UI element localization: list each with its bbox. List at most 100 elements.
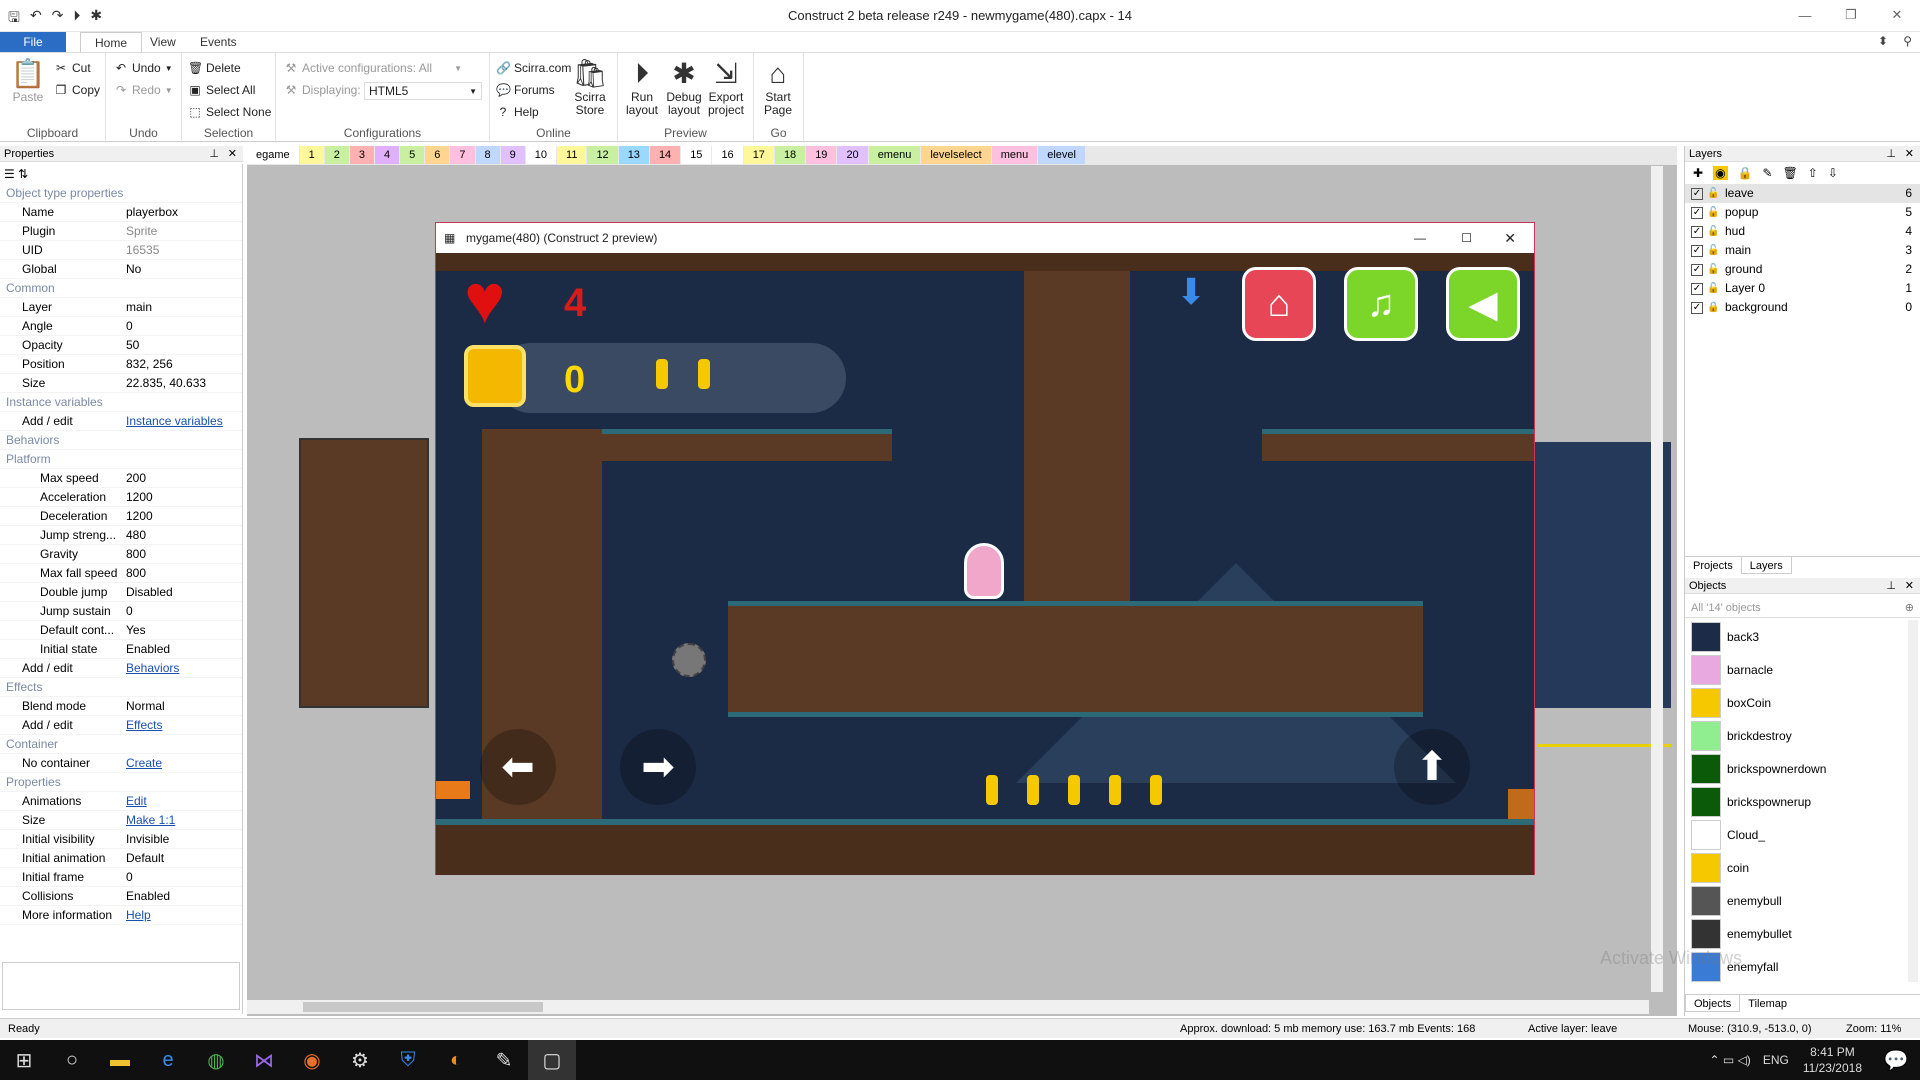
property-section[interactable]: Platform — [0, 450, 242, 469]
music-button[interactable]: ♫ — [1344, 267, 1418, 341]
lock-icon[interactable]: 🔒 — [1738, 166, 1753, 180]
property-value[interactable]: Instance variables — [124, 412, 242, 430]
property-value[interactable]: playerbox — [124, 203, 242, 221]
property-value[interactable]: 800 — [124, 545, 242, 563]
move-up-icon[interactable]: ⇧ — [1808, 166, 1818, 180]
lock-icon[interactable]: 🔓 — [1707, 241, 1719, 260]
property-row[interactable]: Initial frame 0 — [0, 868, 242, 887]
property-value[interactable]: 1200 — [124, 507, 242, 525]
layout-tab[interactable]: 12 — [587, 146, 618, 164]
active-configurations-dropdown[interactable]: ⚒ Active configurations: All ▼ — [284, 61, 462, 75]
property-value[interactable]: 832, 256 — [124, 355, 242, 373]
property-section[interactable]: Common — [0, 279, 242, 298]
property-row[interactable]: Default cont... Yes — [0, 621, 242, 640]
export-project-button[interactable]: ⇲ Export project — [706, 57, 746, 117]
property-value[interactable]: Normal — [124, 697, 242, 715]
layout-tab[interactable]: 1 — [299, 146, 324, 164]
layout-tab[interactable]: 18 — [774, 146, 806, 164]
property-row[interactable]: Gravity 800 — [0, 545, 242, 564]
layout-tab[interactable]: 8 — [475, 146, 500, 164]
run-layout-button[interactable]: ⏵ Run layout — [622, 57, 662, 117]
layer-row[interactable]: ✓ 🔓 Layer 0 1 — [1685, 279, 1920, 298]
horizontal-scrollbar[interactable] — [247, 1000, 1649, 1014]
visibility-checkbox[interactable]: ✓ — [1691, 206, 1703, 219]
close-icon[interactable]: ✕ — [1874, 0, 1920, 30]
property-section[interactable]: Container — [0, 735, 242, 754]
forums-link[interactable]: 💬 Forums — [496, 83, 555, 97]
property-row[interactable]: More information Help — [0, 906, 242, 925]
objects-scrollbar[interactable] — [1908, 620, 1918, 982]
property-section[interactable]: Object type properties — [0, 184, 242, 203]
shield-icon[interactable]: ⛨ — [384, 1040, 432, 1080]
minimize-icon[interactable]: — — [1782, 0, 1828, 30]
pin-icon[interactable]: ⊥ — [1886, 578, 1896, 594]
move-down-icon[interactable]: ⇩ — [1828, 166, 1838, 180]
lock-icon[interactable]: 🔓 — [1707, 260, 1719, 279]
property-row[interactable]: Initial animation Default — [0, 849, 242, 868]
close-icon[interactable]: ✕ — [1905, 146, 1914, 162]
tab-projects[interactable]: Projects — [1685, 557, 1741, 574]
layout-tab[interactable]: 16 — [712, 146, 743, 164]
property-value[interactable]: Edit — [124, 792, 242, 810]
layout-tab[interactable]: 11 — [557, 146, 587, 164]
language-indicator[interactable]: ENG — [1763, 1053, 1789, 1067]
delete-button[interactable]: 🗑 Delete — [188, 61, 241, 75]
property-value[interactable]: Enabled — [124, 887, 242, 905]
chrome-icon[interactable]: ◍ — [192, 1040, 240, 1080]
pin-icon[interactable]: ⊥ — [209, 146, 219, 162]
property-row[interactable]: Angle 0 — [0, 317, 242, 336]
property-row[interactable]: Double jump Disabled — [0, 583, 242, 602]
property-row[interactable]: Max speed 200 — [0, 469, 242, 488]
copy-button[interactable]: ❐ Copy — [54, 83, 100, 97]
undo-button[interactable]: ↶ Undo ▼ — [114, 61, 173, 75]
layout-tab[interactable]: emenu — [868, 146, 921, 164]
home-button[interactable]: ⌂ — [1242, 267, 1316, 341]
file-explorer-icon[interactable]: ▬ — [96, 1040, 144, 1080]
property-value[interactable]: 0 — [124, 868, 242, 886]
restore-icon[interactable]: ❐ — [1828, 0, 1874, 30]
object-row[interactable]: coin — [1685, 851, 1907, 884]
property-row[interactable]: Max fall speed 800 — [0, 564, 242, 583]
property-value[interactable]: 22.835, 40.633 — [124, 374, 242, 392]
property-value[interactable]: Create — [124, 754, 242, 772]
tab-objects[interactable]: Objects — [1685, 995, 1741, 1012]
property-row[interactable]: Add / edit Effects — [0, 716, 242, 735]
lock-icon[interactable]: 🔓 — [1707, 184, 1719, 203]
scirra-link[interactable]: 🔗 Scirra.com — [496, 61, 571, 75]
visibility-checkbox[interactable]: ✓ — [1691, 263, 1703, 276]
property-row[interactable]: Collisions Enabled — [0, 887, 242, 906]
property-value[interactable]: 16535 — [124, 241, 242, 259]
object-row[interactable]: back3 — [1685, 620, 1907, 653]
edit-icon[interactable]: ✎ — [1763, 166, 1773, 180]
property-row[interactable]: Acceleration 1200 — [0, 488, 242, 507]
property-value[interactable]: 1200 — [124, 488, 242, 506]
sort-az-icon[interactable]: ⇅ — [18, 167, 28, 181]
visibility-checkbox[interactable]: ✓ — [1691, 301, 1703, 314]
layout-tab[interactable]: elevel — [1038, 146, 1085, 164]
lock-icon[interactable]: 🔓 — [1707, 203, 1719, 222]
property-row[interactable]: Global No — [0, 260, 242, 279]
tab-view[interactable]: View — [136, 32, 190, 52]
visibility-checkbox[interactable]: ✓ — [1691, 225, 1703, 238]
property-row[interactable]: No container Create — [0, 754, 242, 773]
pin-icon[interactable]: ⚲ — [1903, 34, 1912, 48]
layer-row[interactable]: ✓ 🔓 leave 6 — [1685, 184, 1920, 203]
property-row[interactable]: Initial visibility Invisible — [0, 830, 242, 849]
layout-tab[interactable]: 10 — [525, 146, 557, 164]
property-section[interactable]: Properties — [0, 773, 242, 792]
notifications-icon[interactable]: 💬 — [1872, 1040, 1920, 1080]
property-row[interactable]: Jump streng... 480 — [0, 526, 242, 545]
layout-tab[interactable]: 4 — [375, 146, 400, 164]
property-value[interactable]: Enabled — [124, 640, 242, 658]
property-value[interactable]: Make 1:1 — [124, 811, 242, 829]
property-section[interactable]: Instance variables — [0, 393, 242, 412]
help-link[interactable]: ? Help — [496, 105, 539, 119]
right-arrow-button[interactable]: ➡ — [620, 729, 696, 805]
property-value[interactable]: Help — [124, 906, 242, 924]
preview-app-icon[interactable]: ▢ — [528, 1040, 576, 1080]
property-row[interactable]: UID 16535 — [0, 241, 242, 260]
cut-button[interactable]: ✂ Cut — [54, 61, 91, 75]
layer-row[interactable]: ✓ 🔓 popup 5 — [1685, 203, 1920, 222]
property-value[interactable]: 50 — [124, 336, 242, 354]
firefox-icon[interactable]: ◉ — [288, 1040, 336, 1080]
